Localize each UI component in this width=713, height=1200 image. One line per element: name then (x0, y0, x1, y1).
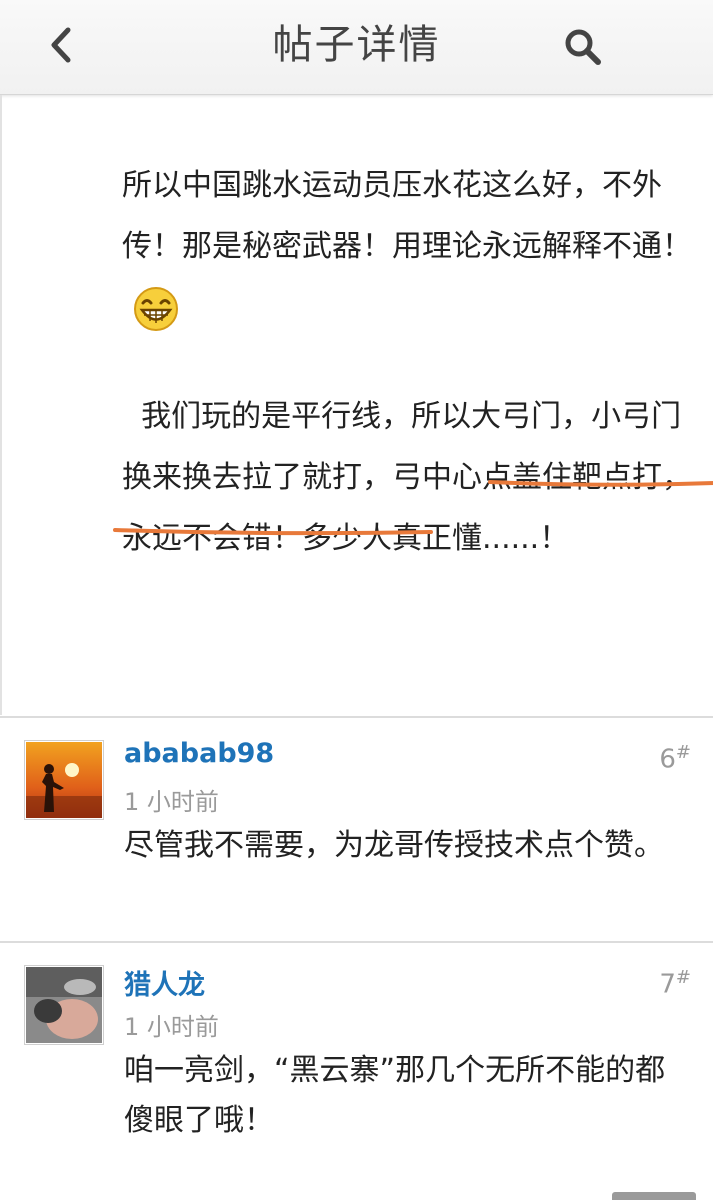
orange-underline-mark (113, 528, 433, 536)
comment-time: 1 小时前 (124, 788, 219, 816)
search-button[interactable] (560, 24, 606, 70)
grinning-face-icon (134, 286, 178, 331)
comment-username[interactable]: 猎人龙 (124, 963, 205, 1002)
avatar-image (26, 742, 102, 818)
page-title: 帖子详情 (272, 22, 441, 68)
orange-underline-mark (488, 480, 713, 487)
comment-username[interactable]: ababab98 (124, 738, 274, 769)
avatar[interactable] (24, 740, 104, 820)
comment-item: ababab98 1 小时前 6# 尽管我不需要，为龙哥传授技术点个赞。 (0, 718, 713, 940)
comment-text: 咱一亮剑，“黑云寨”那几个无所不能的都傻眼了哦！ (124, 1053, 666, 1138)
comment-time: 1 小时前 (124, 1013, 219, 1041)
search-icon (565, 29, 601, 65)
avatar[interactable] (24, 965, 104, 1045)
scroll-handle[interactable] (612, 1192, 696, 1200)
post-paragraph-1-text: 所以中国跳水运动员压水花这么好，不外传！那是秘密武器！用理论永远解释不通！ (122, 168, 692, 264)
comment-text: 尽管我不需要，为龙哥传授技术点个赞。 (124, 828, 664, 863)
comment-item: 猎人龙 1 小时前 7# 咱一亮剑，“黑云寨”那几个无所不能的都傻眼了哦！ (0, 943, 713, 1200)
post-paragraph-2: 我们玩的是平行线，所以大弓门，小弓门换来换去拉了就打，弓中心点盖住靶点打，永远不… (122, 386, 697, 569)
floor-number: 7# (659, 967, 691, 1000)
floor-number-suffix: # (675, 742, 691, 763)
floor-number: 6# (659, 742, 691, 775)
content-left-rule (0, 95, 2, 715)
floor-number-value: 7 (659, 969, 676, 1000)
avatar-image (26, 967, 102, 1043)
post-paragraph-1: 所以中国跳水运动员压水花这么好，不外传！那是秘密武器！用理论永远解释不通！ (122, 155, 697, 338)
floor-number-suffix: # (675, 967, 691, 988)
post-body: 所以中国跳水运动员压水花这么好，不外传！那是秘密武器！用理论永远解释不通！ 我们… (122, 155, 697, 569)
floor-number-value: 6 (659, 744, 676, 775)
top-bar: 帖子详情 (0, 0, 713, 95)
